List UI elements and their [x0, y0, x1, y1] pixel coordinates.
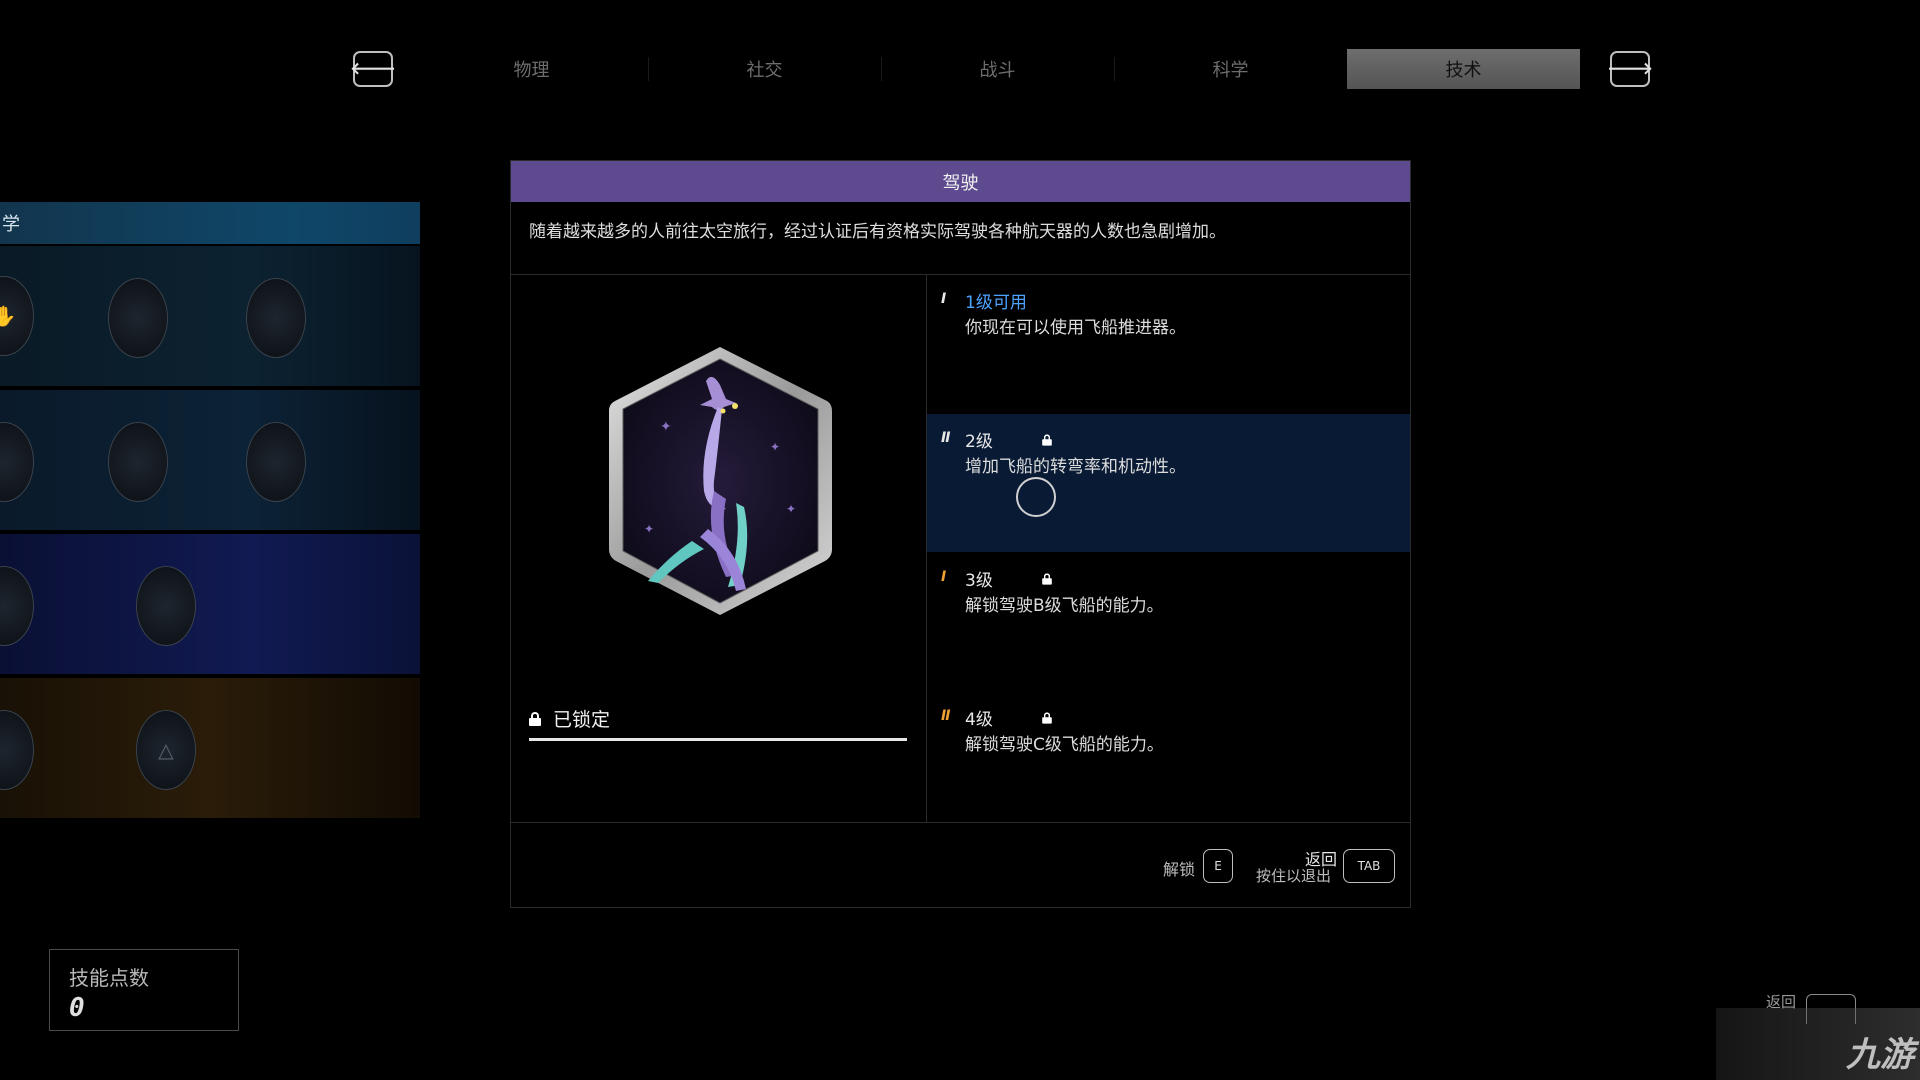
back-hint: 按住以退出	[1256, 867, 1332, 885]
skill-node-icon[interactable]	[0, 422, 34, 502]
rank-name: 2级	[965, 432, 993, 452]
skill-progress-fill	[529, 738, 907, 741]
tab-science[interactable]: 科学	[1114, 49, 1347, 89]
back-key-button[interactable]: TAB	[1343, 849, 1395, 883]
glove-icon: ✋	[0, 304, 17, 328]
rank-marker-icon: I	[941, 569, 946, 585]
rank-marker-icon: II	[941, 708, 950, 724]
arrow-right-icon: 🡒	[1607, 59, 1653, 79]
cursor-ring	[1016, 477, 1056, 517]
skill-tree-row	[0, 534, 420, 674]
skill-node-icon[interactable]	[136, 566, 196, 646]
rank-marker-icon: II	[941, 430, 950, 446]
skill-status: 已锁定	[529, 705, 610, 732]
lock-icon	[1042, 572, 1052, 585]
category-tabs: 物理 社交 战斗 科学 技术	[415, 49, 1580, 89]
tab-physical[interactable]: 物理	[415, 49, 648, 89]
skill-points-box: 技能点数 0	[49, 949, 239, 1031]
rank-name: 3级	[965, 571, 993, 591]
skill-progress-bar	[529, 738, 907, 741]
rank-description: 增加飞船的转弯率和机动性。	[965, 457, 1186, 477]
skill-rank-1[interactable]: I 1级可用 你现在可以使用飞船推进器。	[927, 275, 1410, 413]
unlock-label: 解锁	[1163, 860, 1196, 879]
skill-node-icon[interactable]	[246, 422, 306, 502]
arrow-left-icon: 🡐	[350, 59, 396, 79]
triangle-icon: △	[158, 738, 174, 762]
skill-detail-panel: 驾驶 随着越来越多的人前往太空旅行，经过认证后有资格实际驾驶各种航天器的人数也急…	[510, 160, 1411, 908]
skill-node-icon[interactable]	[108, 422, 168, 502]
svg-text:✦: ✦	[660, 419, 672, 435]
prev-tab-button[interactable]: 🡐	[350, 51, 396, 87]
skill-tree-row: △	[0, 678, 420, 818]
lock-icon	[1042, 433, 1052, 446]
rank-description: 解锁驾驶B级飞船的能力。	[965, 596, 1164, 616]
tab-social[interactable]: 社交	[648, 49, 881, 89]
tab-combat[interactable]: 战斗	[881, 49, 1114, 89]
skill-node-icon[interactable]	[0, 710, 34, 790]
skill-node-icon[interactable]	[108, 278, 168, 358]
skill-node-icon[interactable]: ✋ ✚	[0, 276, 34, 356]
skill-rank-3[interactable]: I 3级 解锁驾驶B级飞船的能力。	[927, 553, 1410, 691]
piloting-badge-icon: ✦ ✦ ✦ ✦	[609, 347, 832, 615]
back-key-label: TAB	[1357, 859, 1381, 873]
skill-description: 随着越来越多的人前往太空旅行，经过认证后有资格实际驾驶各种航天器的人数也急剧增加…	[529, 222, 1226, 242]
tab-tech[interactable]: 技术	[1347, 49, 1580, 89]
rank-name: 1级可用	[965, 293, 1027, 313]
skill-status-label: 已锁定	[553, 709, 611, 731]
skill-node-icon[interactable]	[0, 566, 34, 646]
skill-tree-header: 学	[0, 202, 420, 244]
svg-text:✦: ✦	[770, 440, 780, 454]
skill-node-icon[interactable]: △	[136, 710, 196, 790]
lock-icon	[529, 711, 541, 726]
rank-name: 4级	[965, 710, 993, 730]
skill-title: 驾驶	[511, 161, 1410, 202]
skill-points-value: 0	[69, 993, 85, 1023]
skill-points-label: 技能点数	[69, 966, 149, 990]
skill-tree-row: ✋ ✚	[0, 246, 420, 386]
rank-marker-icon: I	[941, 291, 946, 307]
skill-node-icon[interactable]	[246, 278, 306, 358]
skill-tree: 学 ✋ ✚ △	[0, 202, 420, 827]
svg-text:✦: ✦	[644, 522, 654, 536]
rank-description: 解锁驾驶C级飞船的能力。	[965, 735, 1164, 755]
skill-tree-row	[0, 390, 420, 530]
unlock-key-label: E	[1214, 859, 1222, 873]
svg-text:✦: ✦	[786, 502, 796, 516]
watermark-text: 九游	[1846, 1035, 1914, 1075]
skill-rank-4[interactable]: II 4级 解锁驾驶C级飞船的能力。	[927, 692, 1410, 830]
rank-description: 你现在可以使用飞船推进器。	[965, 318, 1186, 338]
next-tab-button[interactable]: 🡒	[1607, 51, 1653, 87]
skill-rank-2[interactable]: II 2级 增加飞船的转弯率和机动性。	[927, 414, 1410, 552]
skill-tree-title: 学	[2, 214, 20, 235]
unlock-key-button[interactable]: E	[1203, 849, 1233, 883]
lock-icon	[1042, 711, 1052, 724]
watermark: 九游	[1716, 1008, 1920, 1080]
